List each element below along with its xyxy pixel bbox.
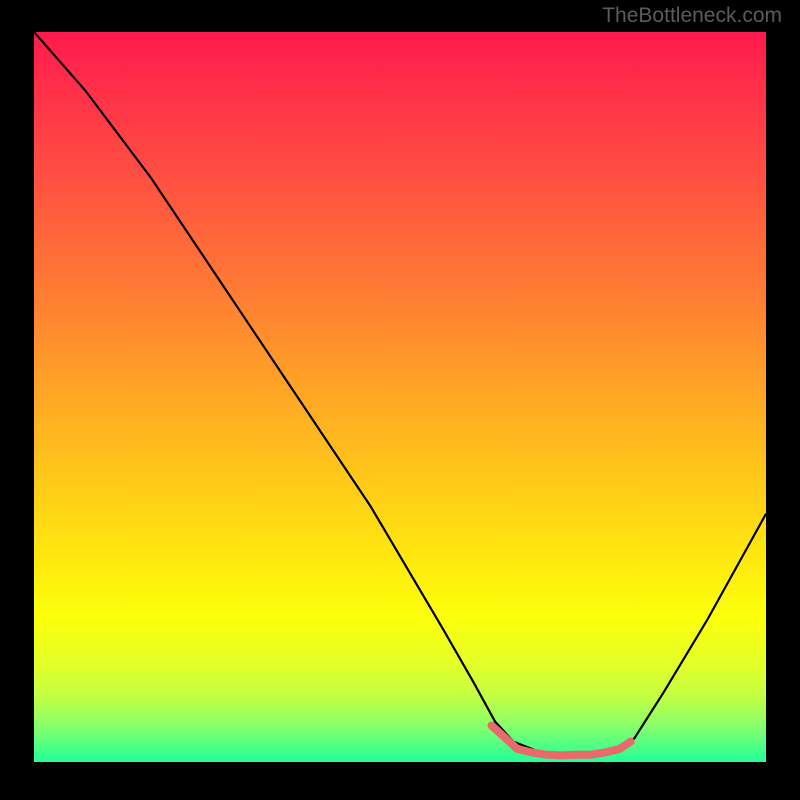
- highlight-line: [492, 726, 631, 756]
- chart-svg: [34, 32, 766, 762]
- watermark-text: TheBottleneck.com: [602, 4, 782, 28]
- curve-line: [34, 32, 766, 755]
- plot-area: [34, 32, 766, 762]
